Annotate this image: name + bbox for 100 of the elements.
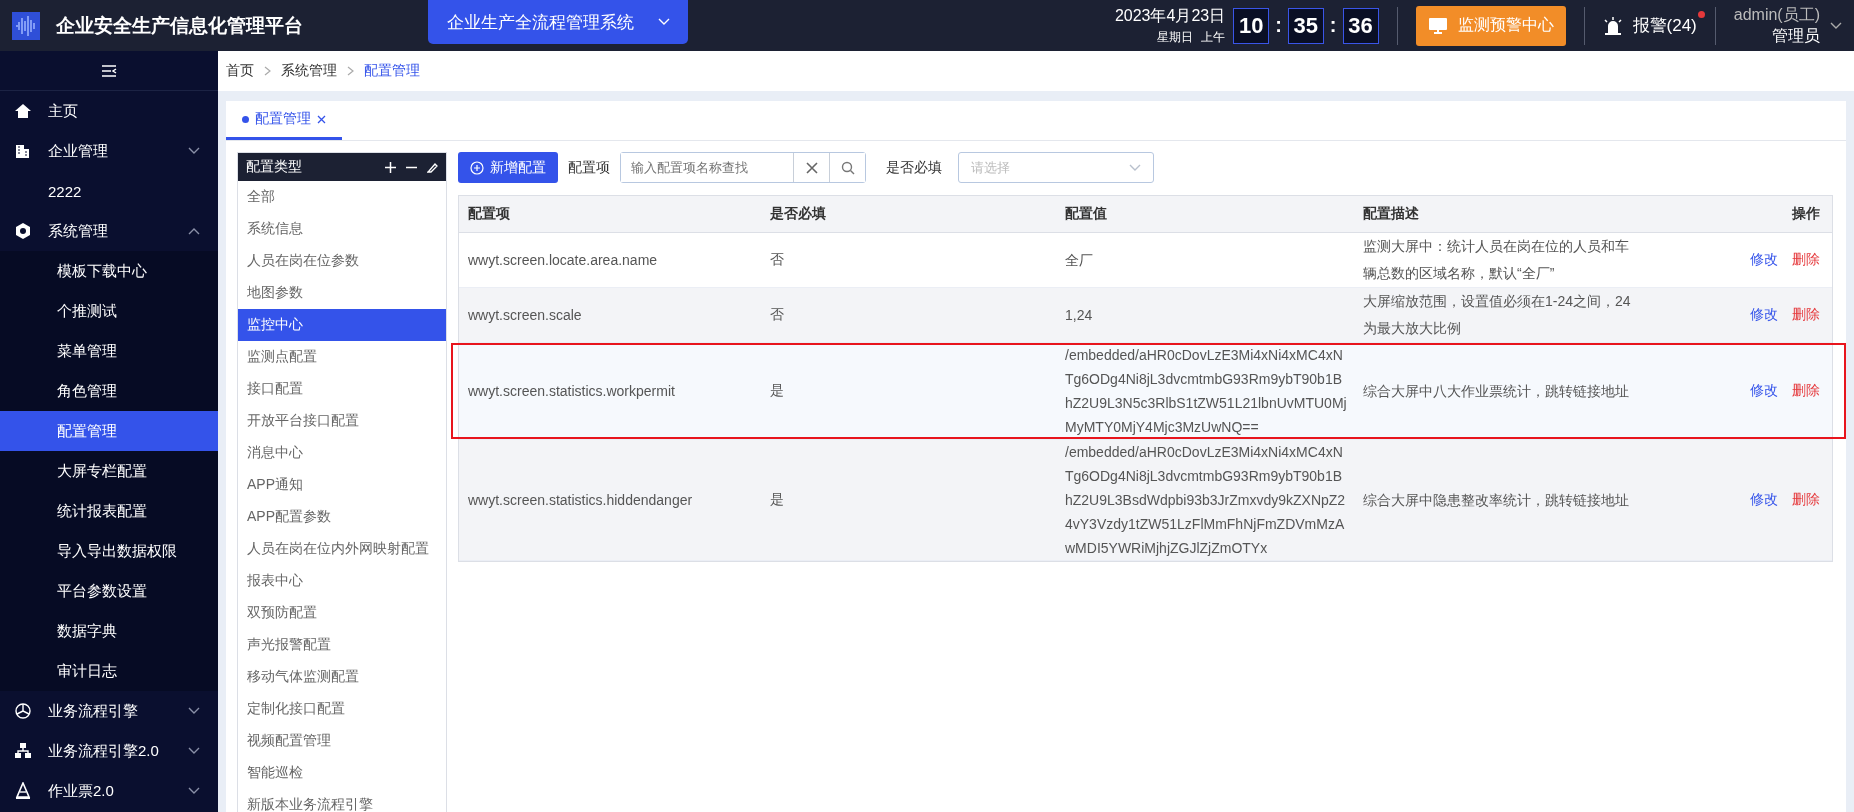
chevron-down-icon [188,147,200,155]
type-list-item[interactable]: 移动气体监测配置 [238,661,446,693]
breadcrumb-link[interactable]: 首页 [226,62,254,80]
type-list-item[interactable]: APP通知 [238,469,446,501]
type-list-item[interactable]: 地图参数 [238,277,446,309]
table-cell-text: 是 [769,491,785,509]
home-icon [14,102,32,120]
breadcrumb-link[interactable]: 系统管理 [281,62,337,80]
time-separator: : [1275,14,1282,37]
edit-link[interactable]: 修改 [1750,306,1778,324]
user-role: 管理员 [1772,25,1820,46]
cone-icon [14,782,32,800]
table-cell-text: 1,24 [1064,306,1094,325]
type-list-item[interactable]: 智能巡检 [238,757,446,789]
type-list-item[interactable]: 接口配置 [238,373,446,405]
type-list-item[interactable]: 新版本业务流程引擎 [238,789,446,812]
sidebar-item[interactable]: 业务流程引擎2.0 [0,731,218,771]
time-box: 36 [1342,7,1379,44]
chevron-down-icon [1830,21,1842,30]
delete-link[interactable]: 删除 [1792,491,1820,509]
delete-link[interactable]: 删除 [1792,382,1820,400]
type-list-item[interactable]: 监控中心 [238,309,446,341]
type-list-item[interactable]: 双预防配置 [238,597,446,629]
menu-toggle-icon [101,63,117,78]
search-field[interactable]: 输入配置项名称查找 [620,152,866,183]
column-header: 操作 [1791,205,1821,223]
delete-link[interactable]: 删除 [1792,251,1820,269]
type-list-item[interactable]: 人员在岗在位内外网映射配置 [238,533,446,565]
system-dropdown[interactable]: 企业生产全流程管理系统 [428,0,688,44]
search-button[interactable] [829,153,865,182]
column-header: 配置项 [467,205,511,223]
delete-link[interactable]: 删除 [1792,306,1820,324]
chevron-down-icon [188,747,200,755]
type-list-item[interactable]: APP配置参数 [238,501,446,533]
edit-link[interactable]: 修改 [1750,251,1778,269]
table-cell-text: 全厂 [1064,251,1094,270]
time-box: 10 [1233,7,1270,44]
table-cell-text: /embedded/aHR0cDovLzE3Mi4xNi4xMC4xNTg6ODg4Ni8jL3dvcmtmbG93Rm9ybT90b1BhZ2U9L3N5c3RlbS1tZW51L21lbnUvMTU0MjMyMTY0MjY4Mjc3MzUwNQ== [1064,346,1348,437]
table-cell-text: 是 [769,382,785,400]
table-cell-text: /embedded/aHR0cDovLzE3Mi4xNi4xMC4xNTg6ODg4Ni8jL3dvcmtmbG93Rm9ybT90b1BhZ2U9L3BsdWdpbi93b3JrZmxvdy9kZXNpZ24vY3Vzdy1tZW51LzFlMmFhNjFmZDVmMzAwMDI5YWRiMjhjZGJlZjZmOTYx [1064,443,1347,558]
plus-icon [385,161,396,173]
table-cell-text: wwyt.screen.statistics.hiddendanger [467,492,694,508]
sidebar-item[interactable]: 配置管理 [0,411,218,451]
column-header: 配置描述 [1362,205,1420,223]
tab[interactable]: 配置管理 [226,101,342,140]
type-list-item[interactable]: 人员在岗在位参数 [238,245,446,277]
time-separator: : [1329,14,1337,37]
edit-icon [427,161,438,173]
hierarchy-icon [14,742,32,760]
panel-title: 配置类型 [246,158,303,176]
type-list-item[interactable]: 视频配置管理 [238,725,446,757]
add-button[interactable]: 新增配置 [458,152,558,183]
close-icon [805,161,818,174]
alarm-link[interactable]: 报警(24) [1632,14,1697,37]
edit-link[interactable]: 修改 [1750,491,1778,509]
plus-circle-icon [470,160,484,175]
type-list-item[interactable]: 报表中心 [238,565,446,597]
table-cell-text: 否 [769,251,785,269]
chevron-right-icon [264,66,271,76]
alarm-light-icon [1602,15,1623,36]
table-cell-text: 否 [769,306,785,324]
sidebar-item[interactable]: 系统管理 [0,211,218,251]
field-label: 配置项 [568,158,610,177]
field-label: 是否必填 [886,158,942,177]
table-cell-text: 综合大屏中八大作业票统计，跳转链接地址 [1362,381,1630,401]
edit-link[interactable]: 修改 [1750,382,1778,400]
sidebar-item[interactable]: 2222 [0,171,218,211]
type-list-item[interactable]: 系统信息 [238,213,446,245]
type-list-item[interactable]: 定制化接口配置 [238,693,446,725]
column-header: 是否必填 [769,205,827,223]
type-list-item[interactable]: 监测点配置 [238,341,446,373]
chevron-down-icon [657,18,670,26]
search-icon [840,160,855,175]
sidebar-item[interactable]: 企业管理 [0,131,218,171]
chevron-up-icon [188,227,200,235]
tab-dot-icon [242,115,249,123]
table-cell-text: wwyt.screen.scale [467,307,583,323]
type-list-item[interactable]: 开放平台接口配置 [238,405,446,437]
user-name: admin(员工) [1733,4,1820,25]
logo-icon [12,11,40,40]
table-cell-text: 综合大屏中隐患整改率统计，跳转链接地址 [1362,490,1630,510]
type-list-item[interactable]: 全部 [238,181,446,213]
type-list-item[interactable]: 消息中心 [238,437,446,469]
date-text: 2023年4月23日 [1114,5,1226,26]
sidebar-item[interactable]: 作业票2.0 [0,771,218,811]
monitor-icon [1427,16,1448,35]
type-list-item[interactable]: 声光报警配置 [238,629,446,661]
app-title: 企业安全生产信息化管理平台 [56,13,304,38]
breadcrumb-link[interactable]: 配置管理 [364,62,420,80]
chevron-right-icon [347,66,354,76]
table-cell-text: wwyt.screen.statistics.workpermit [467,383,676,399]
sidebar-item[interactable]: 业务流程引擎 [0,691,218,731]
close-icon [317,114,326,124]
table-cell-text: 监测大屏中：统计人员在岗在位的人员和车辆总数的区域名称，默认“全厂” [1362,237,1630,283]
weekday-text: 星期日 [1157,28,1194,46]
time-box: 35 [1287,7,1324,44]
table-cell-text: 大屏缩放范围，设置值必须在1-24之间，24为最大放大比例 [1362,292,1632,338]
table-cell-text: wwyt.screen.locate.area.name [467,252,659,268]
globe-icon [14,702,32,720]
sidebar-item[interactable]: 主页 [0,91,218,131]
